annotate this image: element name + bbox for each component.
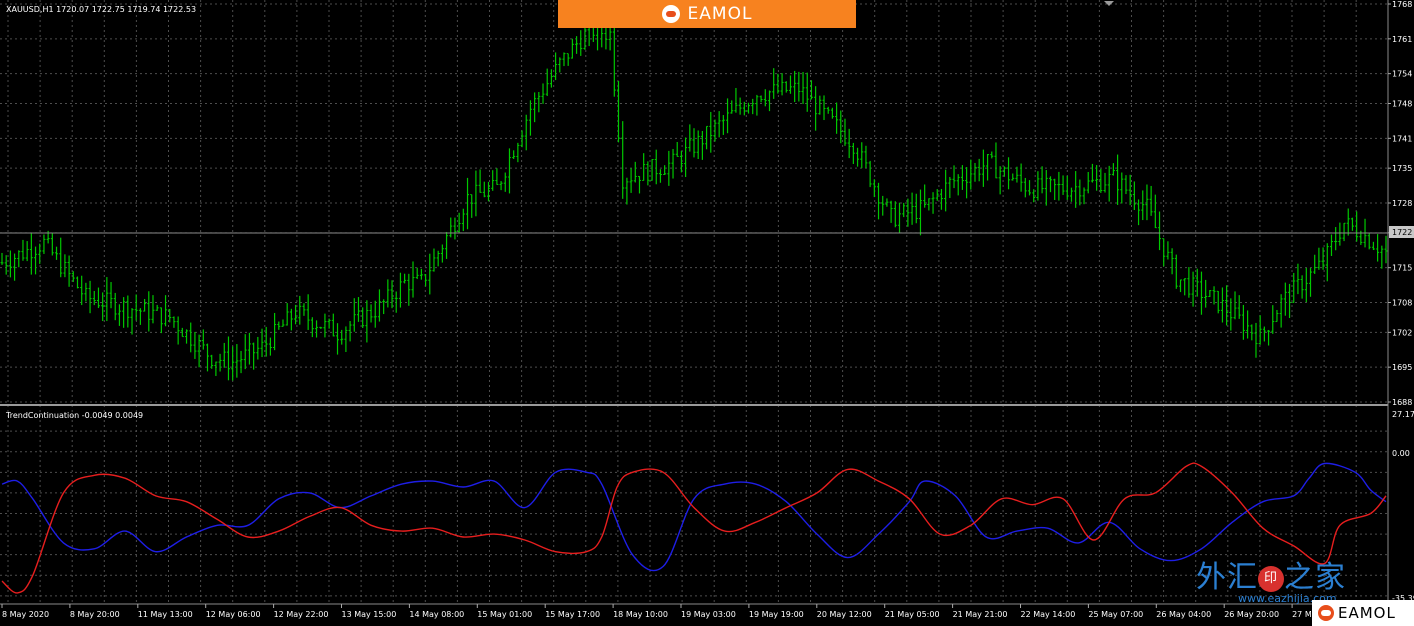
time-tick-label: 21 May 21:00 (953, 610, 1008, 619)
price-tick-label: 1735 (1392, 164, 1412, 173)
time-tick-label: 20 May 12:00 (817, 610, 872, 619)
time-tick-label: 14 May 08:00 (409, 610, 464, 619)
price-tick-label: 1715 (1392, 264, 1412, 273)
time-tick-label: 18 May 10:00 (613, 610, 668, 619)
price-tick-label: 1688 (1392, 398, 1412, 407)
time-tick-label: 26 May 04:00 (1156, 610, 1211, 619)
time-tick-label: 19 May 03:00 (681, 610, 736, 619)
indicator-header: TrendContinuation -0.0049 0.0049 (5, 411, 143, 420)
price-tick-label: 1702 (1392, 328, 1412, 337)
trading-chart[interactable]: 1768 1761 1754 1748 1741 1735 1728 1722 1715 1708… (0, 0, 1414, 626)
eamol-logo-icon (661, 5, 680, 23)
time-tick-label: 8 May 2020 (2, 610, 49, 619)
time-tick-label: 12 May 22:00 (274, 610, 329, 619)
price-tick-label: 1741 (1392, 134, 1412, 143)
time-tick-label: 11 May 13:00 (138, 610, 193, 619)
watermark-logo: 外汇印之家 (1196, 560, 1346, 595)
price-tick-label: 1748 (1392, 100, 1412, 109)
price-tick-label: 1708 (1392, 299, 1412, 308)
time-tick-label: 13 May 15:00 (342, 610, 397, 619)
price-tick-label: 1754 (1392, 70, 1412, 79)
time-tick-label: 15 May 17:00 (545, 610, 600, 619)
eamol-corner-logo: EAMOL (1312, 600, 1414, 626)
eamol-banner-text: EAMOL (687, 4, 753, 24)
time-tick-label: 22 May 14:00 (1021, 610, 1076, 619)
time-tick-label: 12 May 06:00 (206, 610, 261, 619)
time-tick-label: 25 May 07:00 (1088, 610, 1143, 619)
price-tick-label: 1768 (1392, 0, 1412, 9)
indicator-scale-zero: 0.00 (1392, 449, 1410, 458)
eamol-corner-text: EAMOL (1338, 604, 1396, 622)
watermark-seal-icon: 印 (1258, 565, 1284, 592)
time-tick-label: 21 May 05:00 (885, 610, 940, 619)
indicator-scale-top: 27.17 (1392, 410, 1414, 419)
price-tick-label: 1695 (1392, 363, 1412, 372)
time-tick-label: 15 May 01:00 (477, 610, 532, 619)
current-price-label: 1722 (1392, 228, 1412, 237)
time-tick-label: 8 May 20:00 (70, 610, 120, 619)
time-tick-label: 19 May 19:00 (749, 610, 804, 619)
price-tick-label: 1728 (1392, 199, 1412, 208)
main-chart-header: XAUUSD,H1 1720.07 1722.75 1719.74 1722.5… (6, 5, 196, 14)
price-tick-label: 1761 (1392, 35, 1412, 44)
time-tick-label: 26 May 20:00 (1224, 610, 1279, 619)
eamol-corner-icon (1318, 605, 1334, 621)
eamol-top-banner: EAMOL (558, 0, 856, 28)
